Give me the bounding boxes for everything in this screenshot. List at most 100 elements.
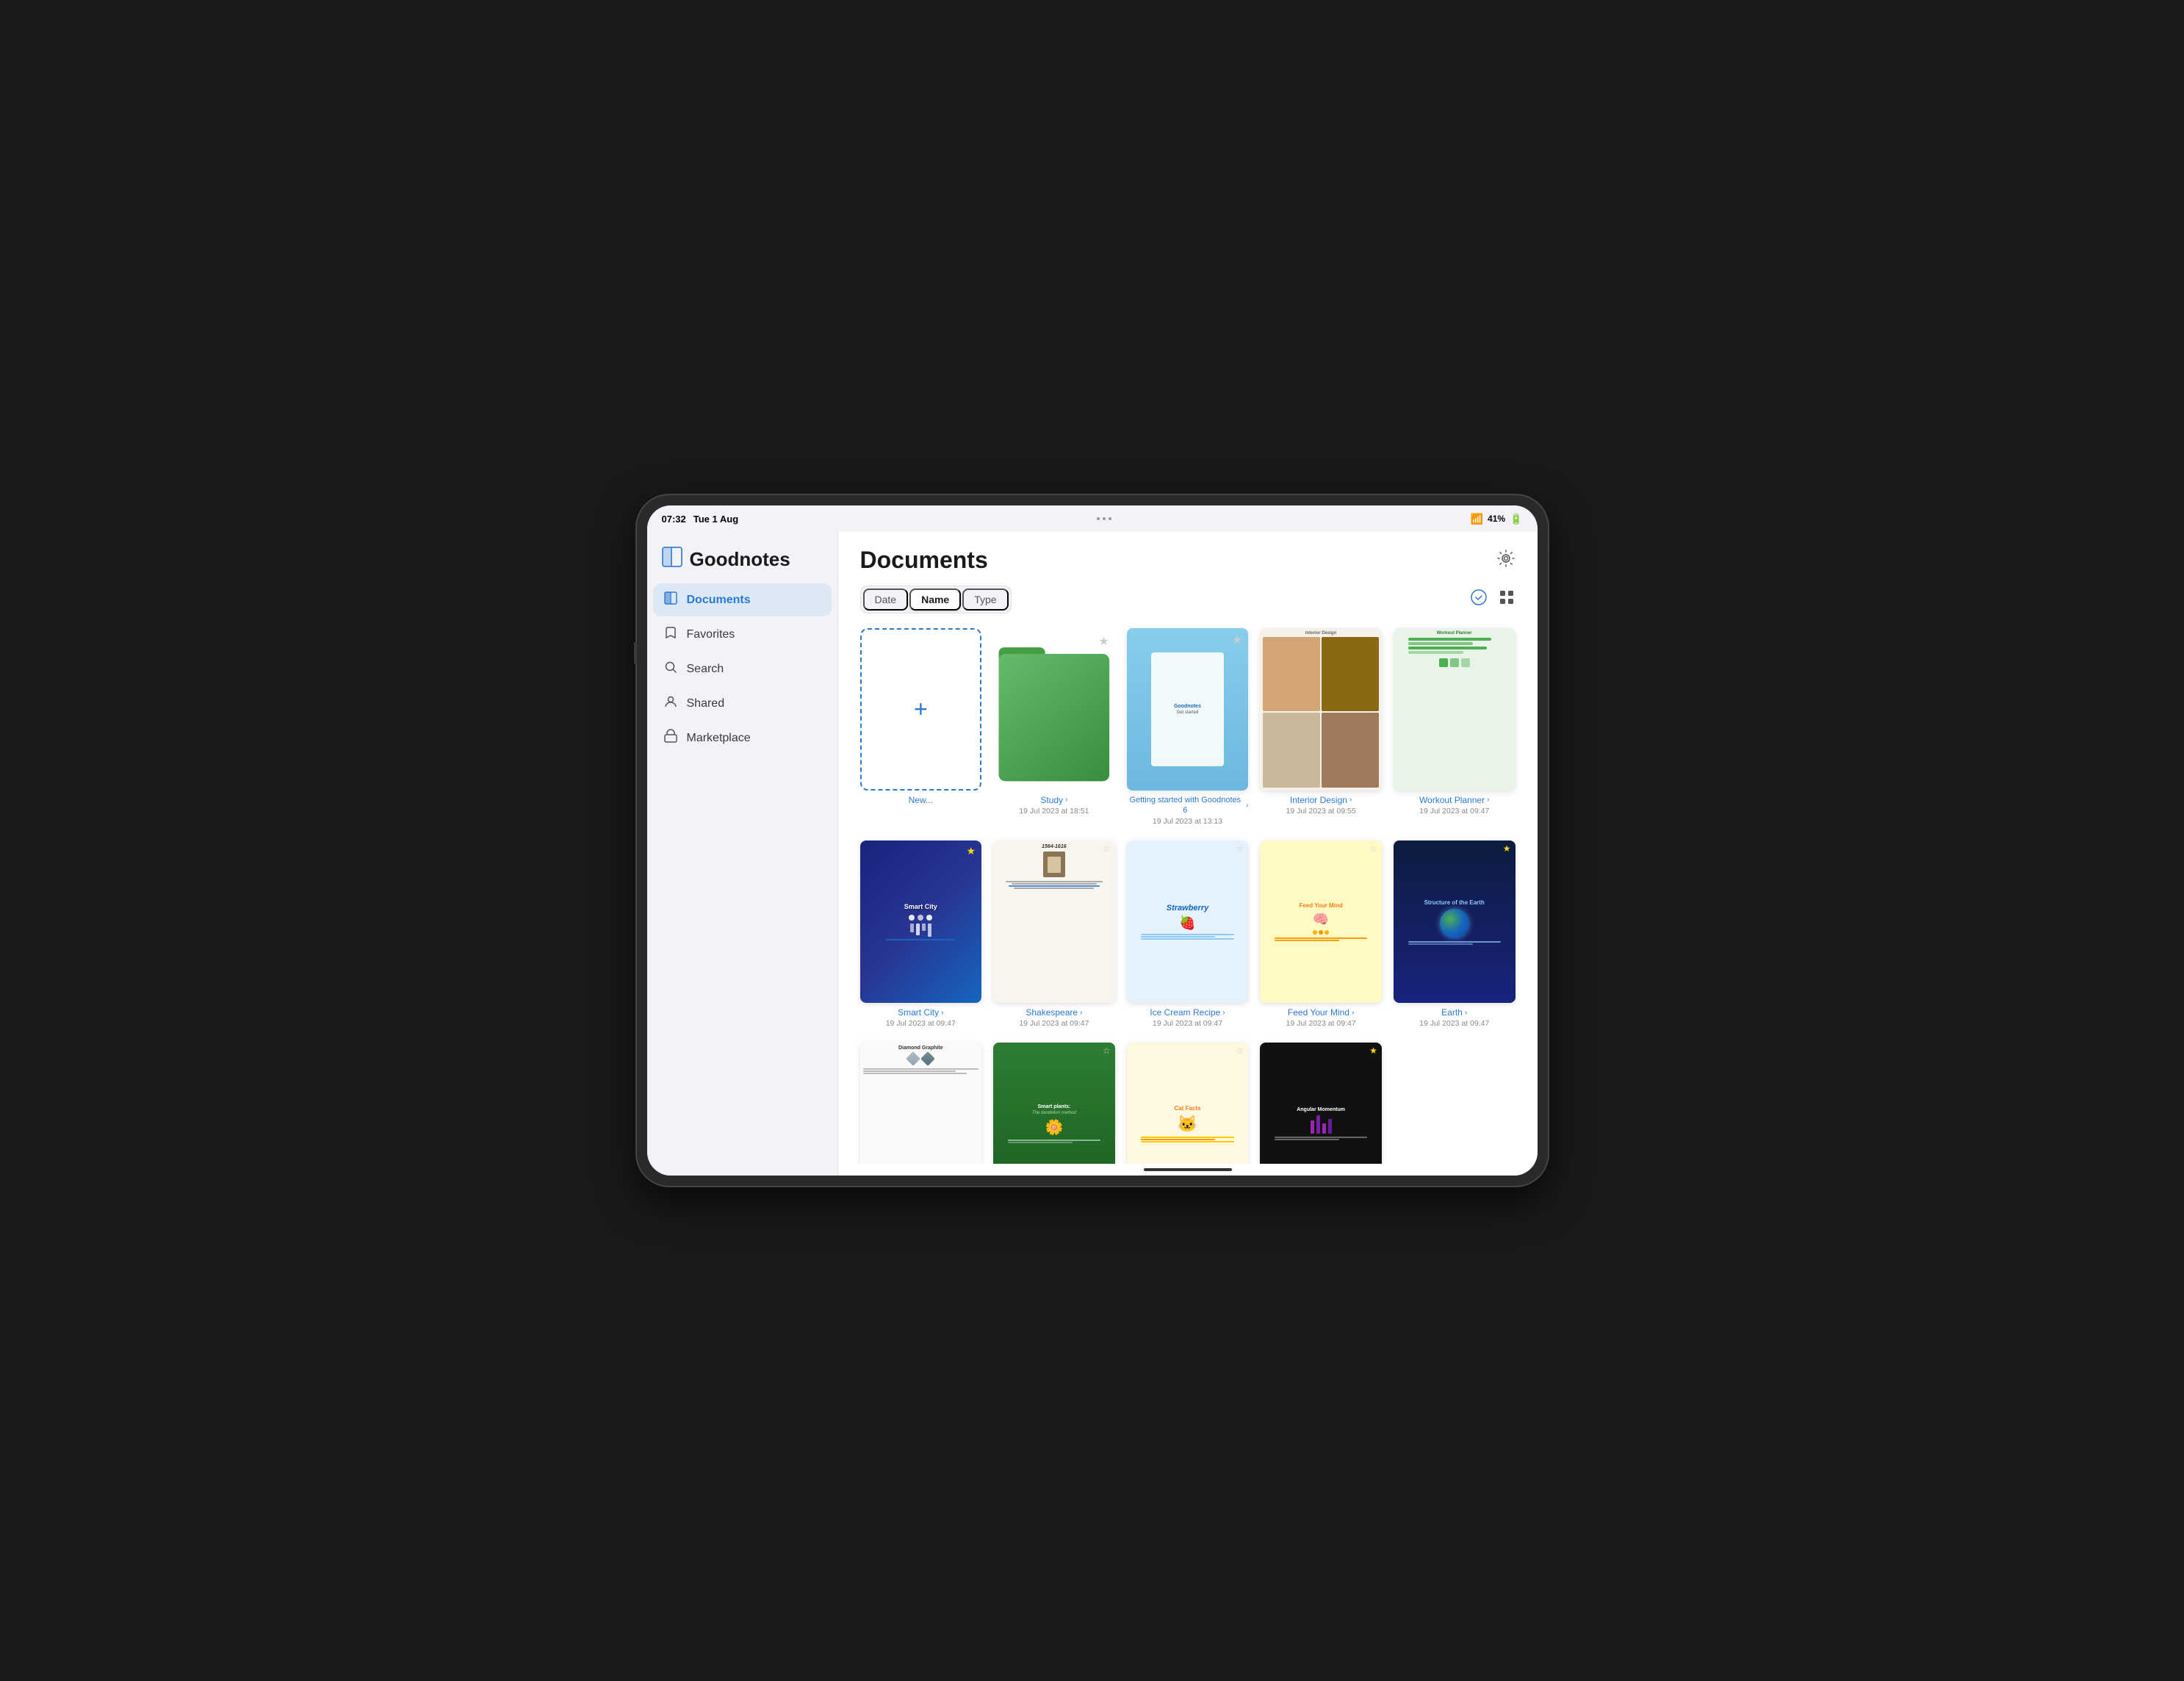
smart-city-thumbnail[interactable]: ★ Smart City xyxy=(860,840,982,1003)
new-document-item[interactable]: + New... xyxy=(860,628,982,826)
documents-grid: + New... xyxy=(838,621,1538,1164)
angular-item[interactable]: ★ Angular Momentum xyxy=(1260,1043,1382,1164)
earth-item[interactable]: ★ Structure of the Earth Earth xyxy=(1394,840,1516,1028)
ipad-frame: 07:32 Tue 1 Aug 📶 41% 🔋 xyxy=(637,495,1548,1186)
sort-name-button[interactable]: Name xyxy=(909,588,961,611)
sidebar-search-label: Search xyxy=(687,663,724,676)
earth-label: Earth › xyxy=(1441,1007,1467,1018)
icecream-date: 19 Jul 2023 at 09:47 xyxy=(1153,1019,1222,1028)
favorites-icon xyxy=(663,625,678,644)
shakespeare-thumbnail[interactable]: ☆ 1564-1616 xyxy=(993,840,1115,1003)
smart-city-date: 19 Jul 2023 at 09:47 xyxy=(886,1019,956,1028)
new-doc-thumbnail[interactable]: + xyxy=(860,628,982,791)
earth-date: 19 Jul 2023 at 09:47 xyxy=(1419,1019,1489,1028)
icecream-label: Ice Cream Recipe › xyxy=(1150,1007,1225,1018)
earth-chevron: › xyxy=(1465,1009,1467,1017)
interior-design-date: 19 Jul 2023 at 09:55 xyxy=(1286,807,1356,816)
feedmind-thumbnail[interactable]: ☆ Feed Your Mind 🧠 xyxy=(1260,840,1382,1003)
shakespeare-item[interactable]: ☆ 1564-1616 xyxy=(993,840,1115,1028)
plus-icon: + xyxy=(914,696,928,723)
goodnotes-doc-item[interactable]: Goodnotes Get started ★ Getting started … xyxy=(1127,628,1249,826)
sort-type-button[interactable]: Type xyxy=(962,588,1008,611)
interior-design-label: Interior Design › xyxy=(1290,795,1352,805)
sidebar-marketplace-label: Marketplace xyxy=(687,732,751,745)
home-indicator xyxy=(1144,1168,1232,1171)
workout-planner-label: Workout Planner › xyxy=(1419,795,1490,805)
sidebar-nav: Documents Favorites xyxy=(647,583,837,755)
study-chevron: › xyxy=(1065,796,1067,804)
sidebar-item-search[interactable]: Search xyxy=(653,652,832,685)
goodnotes-chevron: › xyxy=(1246,801,1248,810)
earth-thumbnail[interactable]: ★ Structure of the Earth xyxy=(1394,840,1516,1003)
shakespeare-label: Shakespeare › xyxy=(1026,1007,1082,1018)
settings-icon[interactable] xyxy=(1496,549,1516,572)
new-doc-label: New... xyxy=(909,795,933,805)
side-button[interactable] xyxy=(634,642,637,664)
app-body: Goodnotes Documents xyxy=(647,532,1538,1176)
interior-design-item[interactable]: Interior Design Interior Design xyxy=(1260,628,1382,826)
status-left: 07:32 Tue 1 Aug xyxy=(662,514,739,525)
sidebar-documents-label: Documents xyxy=(687,594,751,607)
wifi-icon: 📶 xyxy=(1471,513,1483,525)
cat-thumbnail[interactable]: ☆ Cat Facts 🐱 xyxy=(1127,1043,1249,1164)
shakespeare-chevron: › xyxy=(1080,1009,1082,1017)
dandelion-item[interactable]: ☆ Smart plants: The dandelion method 🌼 xyxy=(993,1043,1115,1164)
sidebar-item-shared[interactable]: Shared xyxy=(653,687,832,720)
sidebar-item-marketplace[interactable]: Marketplace xyxy=(653,721,832,755)
workout-planner-thumbnail[interactable]: Workout Planner xyxy=(1394,628,1516,791)
main-content: Documents Date Na xyxy=(838,532,1538,1176)
date: Tue 1 Aug xyxy=(693,514,738,525)
goodnotes-doc-date: 19 Jul 2023 at 13:13 xyxy=(1153,817,1222,826)
icecream-thumbnail[interactable]: ☆ Strawberry 🍓 xyxy=(1127,840,1249,1003)
sort-buttons: Date Name Type xyxy=(860,586,1012,613)
dandelion-thumbnail[interactable]: ☆ Smart plants: The dandelion method 🌼 xyxy=(993,1043,1115,1164)
feedmind-item[interactable]: ☆ Feed Your Mind 🧠 xyxy=(1260,840,1382,1028)
study-folder-thumbnail[interactable]: ★ xyxy=(993,628,1115,791)
icecream-chevron: › xyxy=(1222,1009,1225,1017)
ipad-screen: 07:32 Tue 1 Aug 📶 41% 🔋 xyxy=(647,505,1538,1176)
smart-city-art: ★ Smart City xyxy=(860,840,982,1003)
feedmind-label: Feed Your Mind › xyxy=(1288,1007,1354,1018)
study-folder-item[interactable]: ★ Study › 19 Jul 2023 at 18:51 xyxy=(993,628,1115,826)
page-title: Documents xyxy=(860,547,988,574)
workout-planner-item[interactable]: Workout Planner xyxy=(1394,628,1516,826)
battery-percent: 41% xyxy=(1488,514,1505,524)
sidebar: Goodnotes Documents xyxy=(647,532,838,1176)
smart-city-chevron: › xyxy=(941,1009,943,1017)
smart-city-item[interactable]: ★ Smart City xyxy=(860,840,982,1028)
main-header: Documents xyxy=(838,532,1538,581)
dot3 xyxy=(1109,517,1111,520)
dot2 xyxy=(1103,517,1106,520)
app-title: Goodnotes xyxy=(690,548,790,571)
interior-design-thumbnail[interactable]: Interior Design xyxy=(1260,628,1382,791)
diamond-thumbnail[interactable]: Diamond Graphite xyxy=(860,1043,982,1164)
feedmind-chevron: › xyxy=(1352,1009,1354,1017)
cat-item[interactable]: ☆ Cat Facts 🐱 Cat - F xyxy=(1127,1043,1249,1164)
toolbar: Date Name Type xyxy=(838,581,1538,621)
icecream-item[interactable]: ☆ Strawberry 🍓 Ice Cr xyxy=(1127,840,1249,1028)
sidebar-item-documents[interactable]: Documents xyxy=(653,583,832,616)
sidebar-favorites-label: Favorites xyxy=(687,628,735,641)
status-center xyxy=(1097,517,1111,520)
angular-thumbnail[interactable]: ★ Angular Momentum xyxy=(1260,1043,1382,1164)
smart-city-label: Smart City › xyxy=(898,1007,943,1018)
grid-view-icon[interactable] xyxy=(1498,588,1516,611)
sidebar-item-favorites[interactable]: Favorites xyxy=(653,618,832,651)
marketplace-icon xyxy=(663,729,678,747)
sort-date-button[interactable]: Date xyxy=(863,588,909,611)
documents-icon xyxy=(663,591,678,609)
shakespeare-date: 19 Jul 2023 at 09:47 xyxy=(1019,1019,1089,1028)
time: 07:32 xyxy=(662,514,686,525)
workout-planner-date: 19 Jul 2023 at 09:47 xyxy=(1419,807,1489,816)
view-controls xyxy=(1470,588,1516,611)
status-bar: 07:32 Tue 1 Aug 📶 41% 🔋 xyxy=(647,505,1538,532)
dot1 xyxy=(1097,517,1100,520)
header-actions xyxy=(1496,549,1516,572)
sidebar-logo: Goodnotes xyxy=(647,544,837,583)
battery-icon: 🔋 xyxy=(1510,513,1522,525)
sidebar-logo-icon xyxy=(662,547,682,572)
checkmark-icon[interactable] xyxy=(1470,588,1488,611)
shared-icon xyxy=(663,694,678,713)
diamond-item[interactable]: Diamond Graphite xyxy=(860,1043,982,1164)
goodnotes-thumbnail[interactable]: Goodnotes Get started ★ xyxy=(1127,628,1249,791)
